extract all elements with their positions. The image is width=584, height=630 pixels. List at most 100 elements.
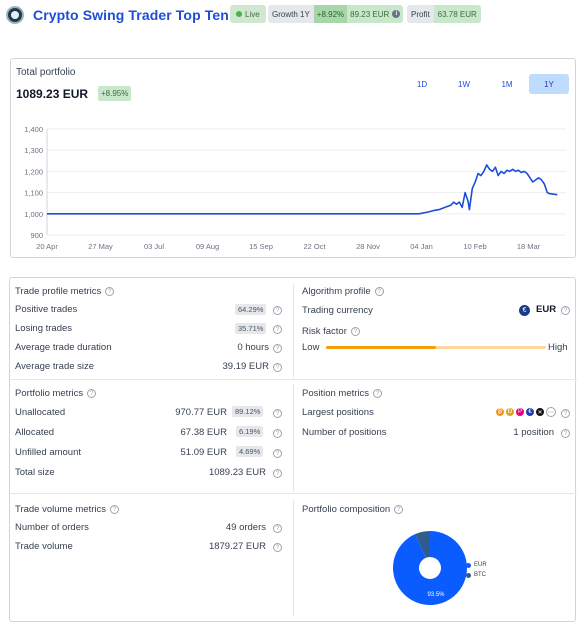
x-tick-label: 18 Mar xyxy=(517,242,541,251)
help-icon[interactable]: ? xyxy=(273,409,282,418)
column-divider xyxy=(293,384,294,492)
help-icon[interactable]: ? xyxy=(105,287,115,296)
period-button-1d[interactable]: 1D xyxy=(402,74,442,94)
trading-currency-value: EUR xyxy=(536,304,557,315)
trade-profile-title-text: Trade profile metrics xyxy=(15,286,102,297)
x-tick-label: 09 Aug xyxy=(196,242,219,251)
column-divider xyxy=(293,284,294,378)
growth-info-icon[interactable]: i xyxy=(392,10,401,18)
period-button-1y[interactable]: 1Y xyxy=(529,74,569,94)
trade-profile-title: Trade profile metrics ? xyxy=(15,286,115,297)
positive-trades-label: Positive trades xyxy=(15,304,78,315)
help-icon[interactable]: ? xyxy=(273,306,282,315)
y-tick-label: 1,000 xyxy=(24,210,43,219)
risk-low-label: Low xyxy=(302,342,320,353)
algorithm-profile-title-text: Algorithm profile xyxy=(302,286,371,297)
avg-duration-label: Average trade duration xyxy=(15,342,112,353)
x-tick-label: 20 Apr xyxy=(36,242,58,251)
unfilled-label: Unfilled amount xyxy=(15,447,82,458)
help-icon[interactable]: ? xyxy=(273,429,282,438)
avg-size-value: 39.19 EUR xyxy=(222,361,269,372)
help-icon[interactable]: ? xyxy=(273,363,282,372)
help-icon[interactable]: ? xyxy=(273,344,282,353)
portfolio-composition-donut: 93.5% xyxy=(393,531,467,605)
portfolio-value-line xyxy=(47,164,558,215)
trading-currency-label: Trading currency xyxy=(302,305,373,316)
growth-value-wrap: 89.23 EUR i xyxy=(347,5,404,23)
page-title: Crypto Swing Trader Top Ten xyxy=(33,7,229,23)
help-icon[interactable]: ? xyxy=(87,389,97,398)
help-icon[interactable]: ? xyxy=(273,469,282,478)
euro-currency-icon: € xyxy=(519,305,530,316)
risk-factor-fill xyxy=(326,346,436,349)
help-icon[interactable]: ? xyxy=(561,409,570,418)
portfolio-chart-panel: Total portfolio 1089.23 EUR +8.95% 1D 1W… xyxy=(10,58,576,258)
growth-badge: Growth 1Y +8.92% 89.23 EUR i xyxy=(268,5,404,23)
help-icon[interactable]: ? xyxy=(561,429,570,438)
number-of-orders-label: Number of orders xyxy=(15,522,89,533)
allocated-value: 67.38 EUR xyxy=(180,427,227,438)
profit-badge: Profit 63.78 EUR xyxy=(407,5,481,23)
period-button-1m[interactable]: 1M xyxy=(487,74,527,94)
help-icon[interactable]: ? xyxy=(350,327,360,336)
y-tick-label: 1,100 xyxy=(24,189,43,198)
live-dot-icon xyxy=(236,11,242,17)
portfolio-metrics-title-text: Portfolio metrics xyxy=(15,388,84,399)
portfolio-change-badge: +8.95% xyxy=(98,86,132,101)
bitcoin-coin-icon: ₿ xyxy=(495,407,505,417)
help-icon[interactable]: ? xyxy=(273,325,282,334)
y-tick-label: 1,400 xyxy=(24,125,43,134)
position-metrics-title-text: Position metrics xyxy=(302,388,370,399)
number-of-positions-label: Number of positions xyxy=(302,427,387,438)
unfilled-value: 51.09 EUR xyxy=(180,447,227,458)
help-icon[interactable]: ? xyxy=(373,389,383,398)
row-divider xyxy=(10,379,577,380)
risk-factor-label: Risk factor xyxy=(302,326,347,337)
y-tick-label: 1,300 xyxy=(24,146,43,155)
polkadot-coin-icon: P xyxy=(515,407,525,417)
composition-legend: EUR BTC xyxy=(466,560,487,580)
dogecoin-coin-icon: Ð xyxy=(505,407,515,417)
x-tick-label: 27 May xyxy=(88,242,113,251)
losing-trades-label: Losing trades xyxy=(15,323,73,334)
legend-swatch-eur xyxy=(466,562,471,568)
period-button-1w[interactable]: 1W xyxy=(444,74,484,94)
x-tick-label: 04 Jan xyxy=(410,242,433,251)
portfolio-composition-title: Portfolio composition ? xyxy=(302,504,404,515)
help-icon[interactable]: ? xyxy=(273,524,282,533)
risk-high-label: High xyxy=(548,342,568,353)
total-size-label: Total size xyxy=(15,467,55,478)
help-icon[interactable]: ? xyxy=(561,306,570,315)
algorithm-profile-title: Algorithm profile ? xyxy=(302,286,384,297)
header: Crypto Swing Trader Top Ten xyxy=(6,4,229,26)
help-icon[interactable]: ? xyxy=(273,543,282,552)
more-coins-icon[interactable]: ⋯ xyxy=(546,407,556,417)
trade-volume-title: Trade volume metrics ? xyxy=(15,504,119,515)
help-icon[interactable]: ? xyxy=(273,449,282,458)
portfolio-composition-title-text: Portfolio composition xyxy=(302,504,391,515)
portfolio-line-chart: 1,400 1,300 1,200 1,100 1,000 900 20 Apr 27 May… xyxy=(24,125,566,251)
position-metrics-title: Position metrics ? xyxy=(302,388,383,399)
unallocated-value: 970.77 EUR xyxy=(175,407,227,418)
risk-factor-bar xyxy=(326,346,546,349)
help-icon[interactable]: ? xyxy=(394,505,404,514)
portfolio-metrics-title: Portfolio metrics ? xyxy=(15,388,97,399)
avg-size-label: Average trade size xyxy=(15,361,95,372)
number-of-orders-value: 49 orders xyxy=(225,522,266,533)
legend-swatch-btc xyxy=(466,572,471,578)
xrp-coin-icon: ✕ xyxy=(535,407,545,417)
growth-value: 89.23 EUR xyxy=(350,9,390,19)
total-portfolio-value: 1089.23 EUR xyxy=(16,87,89,101)
column-divider xyxy=(293,500,294,616)
trade-volume-title-text: Trade volume metrics xyxy=(15,504,106,515)
positive-trades-value: 64.29% xyxy=(235,304,267,315)
x-tick-label: 10 Feb xyxy=(463,242,486,251)
x-tick-label: 28 Nov xyxy=(356,242,380,251)
legend-label-btc: BTC xyxy=(474,572,486,578)
x-tick-label: 15 Sep xyxy=(249,242,273,251)
live-badge: Live xyxy=(230,5,266,23)
legend-item-eur: EUR xyxy=(466,560,487,570)
growth-pct: +8.92% xyxy=(313,5,348,23)
help-icon[interactable]: ? xyxy=(109,505,119,514)
help-icon[interactable]: ? xyxy=(374,287,384,296)
